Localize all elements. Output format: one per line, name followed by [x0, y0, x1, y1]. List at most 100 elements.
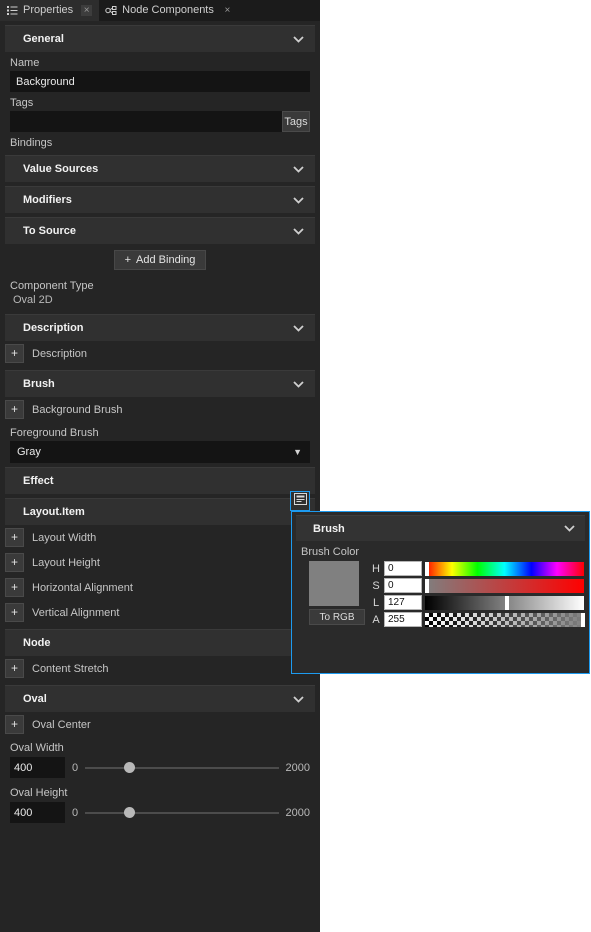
- section-title: Node: [23, 637, 51, 649]
- section-header-node[interactable]: Node: [5, 629, 315, 656]
- property-row-vertical-alignment[interactable]: + Vertical Alignment: [0, 600, 320, 625]
- expand-plus-icon[interactable]: +: [5, 553, 24, 572]
- section-header-effect[interactable]: Effect: [5, 467, 315, 494]
- brush-color-popup: Brush Brush Color To RGB H 0: [291, 511, 590, 674]
- name-input[interactable]: Background: [10, 71, 310, 92]
- expand-plus-icon[interactable]: +: [5, 344, 24, 363]
- tags-button[interactable]: Tags: [282, 111, 310, 132]
- channel-column: H 0 S 0 L 127: [367, 561, 589, 627]
- channel-key-h: H: [371, 563, 381, 575]
- channel-input-h[interactable]: 0: [384, 561, 422, 576]
- channel-row-a: A 255: [371, 612, 589, 627]
- section-header-general[interactable]: General: [5, 25, 315, 52]
- expand-plus-icon[interactable]: +: [5, 400, 24, 419]
- chevron-down-icon: ▼: [293, 447, 302, 457]
- section-header-oval[interactable]: Oval: [5, 685, 315, 712]
- tab-node-components-label: Node Components: [122, 0, 214, 21]
- alpha-slider[interactable]: [425, 613, 584, 627]
- tags-label: Tags: [0, 92, 320, 111]
- expand-plus-icon[interactable]: +: [5, 659, 24, 678]
- section-header-modifiers[interactable]: Modifiers: [5, 186, 315, 213]
- property-row-layout-height[interactable]: + Layout Height: [0, 550, 320, 575]
- section-header-layout-item[interactable]: Layout.Item: [5, 498, 315, 525]
- add-binding-row: + Add Binding: [0, 244, 320, 274]
- section-header-brush[interactable]: Brush: [5, 370, 315, 397]
- slider-track: [85, 812, 278, 814]
- close-icon[interactable]: ×: [222, 5, 233, 16]
- channel-input-s[interactable]: 0: [384, 578, 422, 593]
- section-title: Effect: [23, 475, 54, 487]
- color-picker: To RGB H 0 S 0: [292, 561, 589, 627]
- section-title: Modifiers: [23, 194, 72, 206]
- add-binding-button[interactable]: + Add Binding: [114, 250, 207, 270]
- brush-editor-button[interactable]: [290, 491, 310, 511]
- property-row-oval-center[interactable]: + Oval Center: [0, 712, 320, 737]
- slider-thumb[interactable]: [425, 579, 429, 593]
- foreground-brush-value: Gray: [17, 446, 41, 458]
- expand-plus-icon[interactable]: +: [5, 603, 24, 622]
- screen-root: Properties × Node Components ×: [0, 0, 591, 932]
- popup-header-brush[interactable]: Brush: [296, 515, 585, 541]
- oval-width-slider[interactable]: [85, 761, 278, 775]
- bindings-label: Bindings: [0, 132, 320, 151]
- property-row-content-stretch[interactable]: + Content Stretch: [0, 656, 320, 681]
- chevron-down-icon: [292, 225, 305, 238]
- property-row-layout-width[interactable]: + Layout Width: [0, 525, 320, 550]
- tags-row: Tags: [10, 111, 310, 132]
- section-header-description[interactable]: Description: [5, 314, 315, 341]
- oval-width-label: Oval Width: [0, 737, 320, 756]
- expand-plus-icon[interactable]: +: [5, 715, 24, 734]
- list-icon: [6, 5, 18, 17]
- expand-plus-icon[interactable]: +: [5, 578, 24, 597]
- chevron-down-icon: [292, 194, 305, 207]
- close-icon[interactable]: ×: [81, 5, 92, 16]
- oval-width-min: 0: [72, 762, 78, 774]
- foreground-brush-select[interactable]: Gray ▼: [10, 441, 310, 463]
- oval-height-min: 0: [72, 807, 78, 819]
- section-title: Oval: [23, 693, 47, 705]
- saturation-slider[interactable]: [425, 579, 584, 593]
- property-row-horizontal-alignment[interactable]: + Horizontal Alignment: [0, 575, 320, 600]
- property-label: Description: [32, 348, 87, 360]
- oval-width-input[interactable]: 400: [10, 757, 65, 778]
- tab-node-components[interactable]: Node Components ×: [99, 0, 240, 21]
- oval-height-slider[interactable]: [85, 806, 278, 820]
- brush-color-label: Brush Color: [292, 541, 589, 561]
- tab-properties[interactable]: Properties ×: [0, 0, 99, 21]
- brush-editor-icon: [294, 492, 307, 510]
- section-title: Layout.Item: [23, 506, 85, 518]
- component-type-label: Component Type: [0, 274, 320, 292]
- property-label: Background Brush: [32, 404, 123, 416]
- channel-key-s: S: [371, 580, 381, 592]
- to-rgb-button[interactable]: To RGB: [309, 609, 365, 625]
- channel-input-a[interactable]: 255: [384, 612, 422, 627]
- slider-thumb[interactable]: [425, 562, 429, 576]
- tab-bar: Properties × Node Components ×: [0, 0, 320, 21]
- name-label: Name: [0, 52, 320, 71]
- slider-thumb[interactable]: [581, 613, 585, 627]
- hue-gradient: [425, 562, 584, 576]
- oval-height-slider-row: 400 0 2000: [0, 801, 320, 827]
- swatch-column: To RGB: [309, 561, 367, 627]
- channel-row-h: H 0: [371, 561, 589, 576]
- alpha-gradient: [425, 613, 584, 627]
- color-swatch[interactable]: [309, 561, 359, 606]
- section-header-to-source[interactable]: To Source: [5, 217, 315, 244]
- tags-input[interactable]: [10, 111, 282, 132]
- hue-slider[interactable]: [425, 562, 584, 576]
- chevron-down-icon: [292, 322, 305, 335]
- property-row-background-brush[interactable]: + Background Brush: [0, 397, 320, 422]
- lightness-slider[interactable]: [425, 596, 584, 610]
- property-label: Vertical Alignment: [32, 607, 119, 619]
- oval-height-input[interactable]: 400: [10, 802, 65, 823]
- chevron-down-icon: [292, 33, 305, 46]
- tab-properties-label: Properties: [23, 0, 73, 21]
- property-row-description[interactable]: + Description: [0, 341, 320, 366]
- expand-plus-icon[interactable]: +: [5, 528, 24, 547]
- channel-row-s: S 0: [371, 578, 589, 593]
- slider-thumb[interactable]: [124, 807, 135, 818]
- slider-thumb[interactable]: [505, 596, 509, 610]
- section-header-value-sources[interactable]: Value Sources: [5, 155, 315, 182]
- slider-thumb[interactable]: [124, 762, 135, 773]
- channel-input-l[interactable]: 127: [384, 595, 422, 610]
